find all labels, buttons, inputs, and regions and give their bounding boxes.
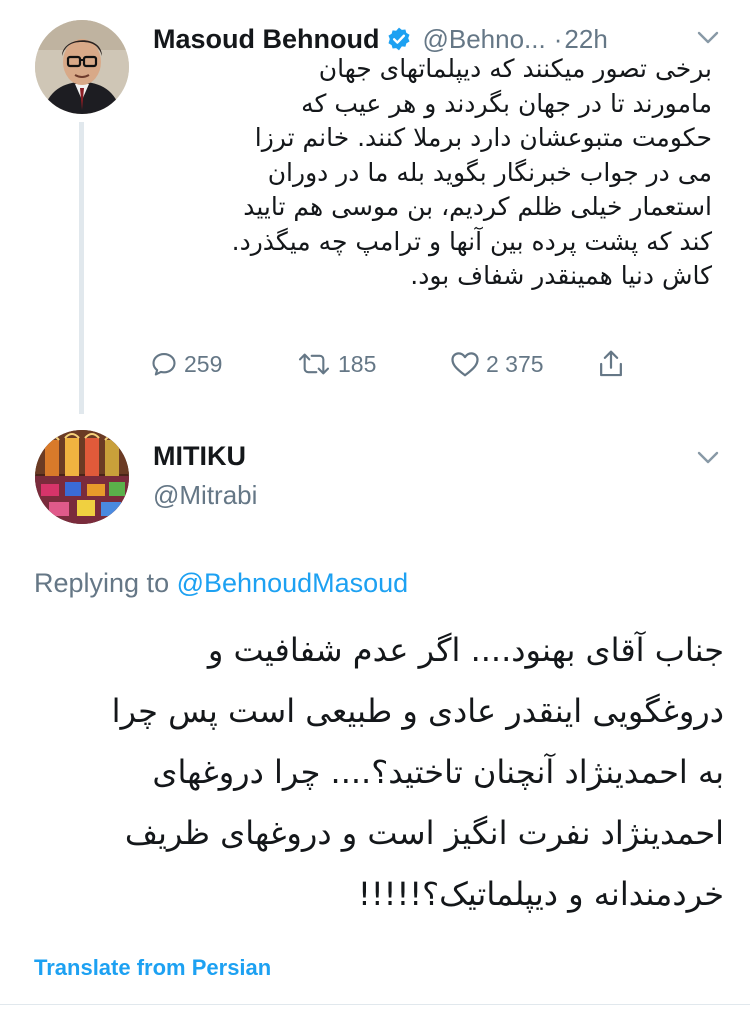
reply-text-line: احمدینژاد نفرت انگیز است و دروغهای ظریف	[124, 814, 724, 852]
like-button[interactable]: 2 375	[450, 342, 544, 386]
tweet-text-line: کاش دنیا همینقدر شفاف بود.	[410, 261, 712, 290]
replying-to-label: Replying to	[34, 568, 170, 598]
chevron-down-icon[interactable]	[697, 451, 719, 465]
reply-author-handle[interactable]: @Mitrabi	[153, 480, 257, 511]
like-count: 2 375	[486, 350, 544, 377]
tweet-header: Masoud Behnoud @Behno... · 22h	[153, 22, 723, 56]
replying-to-line: Replying to @BehnoudMasoud	[34, 568, 408, 599]
share-button[interactable]	[596, 342, 626, 386]
masoud-avatar[interactable]	[35, 20, 129, 114]
retweet-count: 185	[338, 350, 377, 377]
mitiku-avatar[interactable]	[35, 430, 129, 524]
reply-text: جناب آقای بهنود.... اگر عدم شفافیت و درو…	[34, 620, 724, 925]
user-avatar-photo-icon	[35, 20, 129, 114]
reply-text-line: دروغگویی اینقدر عادی و طبیعی است پس چرا	[111, 692, 724, 730]
tweet-text: برخی تصور میکنند که دیپلماتهای جهان مامو…	[150, 52, 712, 294]
share-icon	[600, 350, 622, 377]
reply-count: 259	[184, 350, 223, 377]
divider	[0, 1004, 750, 1005]
tweet-timestamp[interactable]: 22h	[564, 24, 607, 55]
translate-link[interactable]: Translate from Persian	[34, 955, 271, 981]
tweet-text-line: می در جواب خبرنگار بگوید بله ما در دوران	[267, 157, 712, 187]
thread-connector-line	[79, 122, 84, 414]
tweet-text-line: برخی تصور میکنند که دیپلماتهای جهان	[318, 54, 712, 83]
mosque-interior-avatar-icon	[35, 430, 129, 524]
author-handle[interactable]: @Behno...	[422, 24, 545, 55]
original-tweet[interactable]: Masoud Behnoud @Behno... · 22h برخی تصور…	[0, 0, 750, 420]
reply-text-line: جناب آقای بهنود.... اگر عدم شفافیت و	[207, 631, 724, 669]
replying-to-mention-link[interactable]: @BehnoudMasoud	[177, 568, 409, 598]
separator-dot: ·	[553, 23, 563, 54]
reply-icon	[152, 353, 176, 376]
retweet-button[interactable]: 185	[296, 342, 376, 386]
chevron-down-icon[interactable]	[697, 31, 719, 45]
author-name[interactable]: Masoud Behnoud	[153, 24, 379, 55]
tweet-text-line: کند که پشت پرده بین آنها و ترامپ چه میگذ…	[231, 226, 712, 256]
heart-icon	[451, 352, 479, 377]
reply-text-line: خردمندانه و دیپلماتیک؟!!!!!	[357, 875, 724, 913]
tweet-text-line: حکومت متبوعشان دارد برملا کنند. خانم ترز…	[254, 123, 712, 152]
reply-button[interactable]: 259	[150, 342, 222, 386]
tweet-actions: 259 185 2 375	[150, 342, 650, 386]
reply-text-line: به احمدینژاد آنچنان تاختید؟.... چرا دروغ…	[152, 753, 724, 791]
tweet-text-line: مامورند تا در جهان بگردند و هر عیب که	[301, 88, 712, 118]
tweet-text-line: استعمار خیلی ظلم کردیم، بن موسی هم تایید	[243, 192, 712, 221]
reply-author-name[interactable]: MITIKU	[153, 441, 246, 472]
verified-badge-icon	[386, 26, 412, 52]
retweet-icon	[298, 353, 330, 375]
